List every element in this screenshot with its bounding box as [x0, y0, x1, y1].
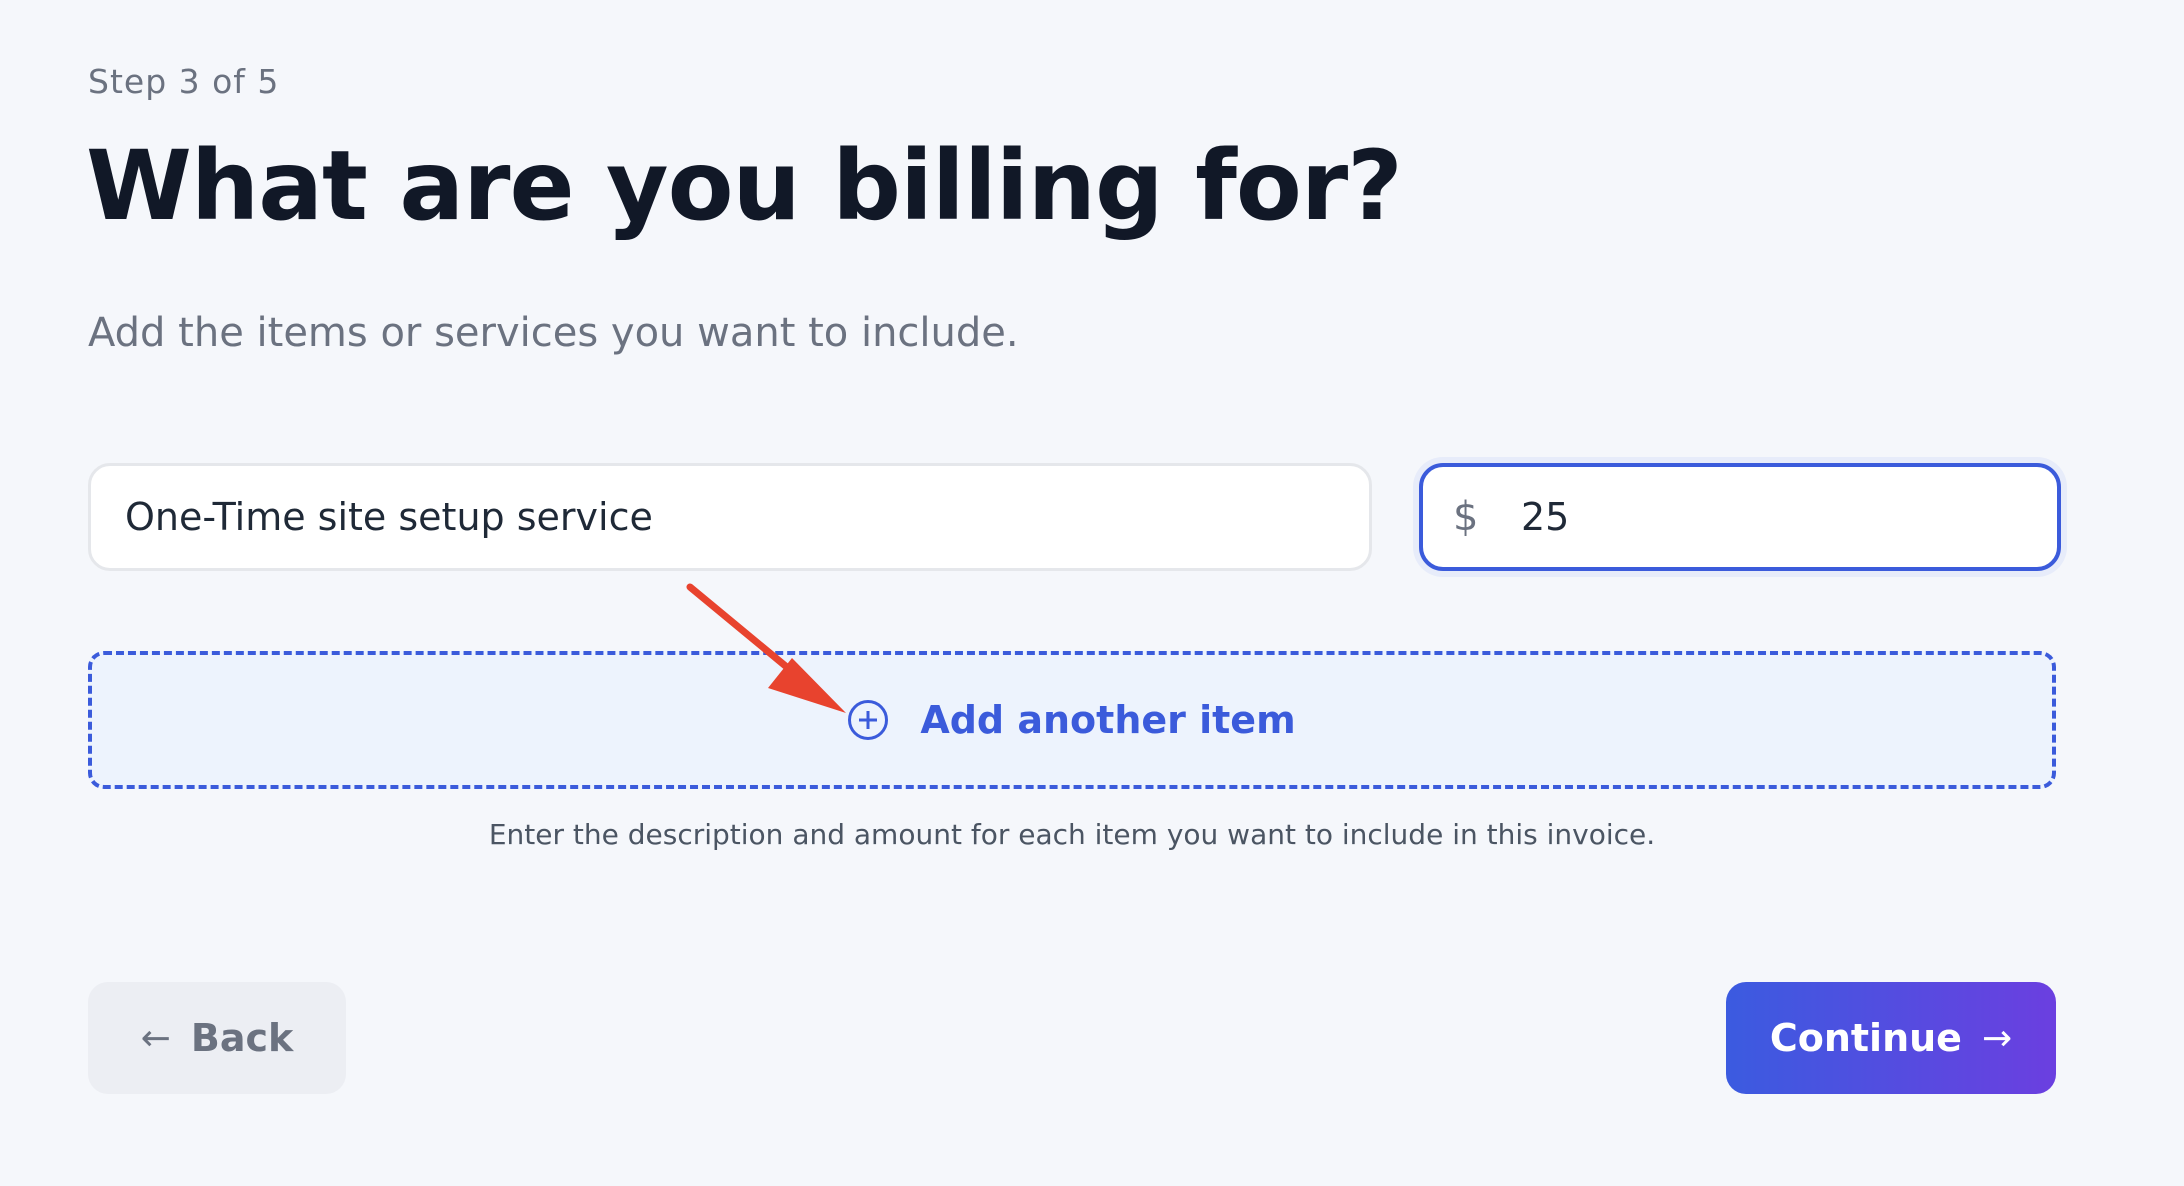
invoice-step-page: Step 3 of 5 What are you billing for? Ad…: [86, 0, 2067, 1186]
add-another-item-label: Add another item: [920, 698, 1296, 742]
back-button[interactable]: ← Back: [88, 982, 346, 1094]
helper-text: Enter the description and amount for eac…: [488, 818, 1656, 851]
page-subtitle: Add the items or services you want to in…: [88, 310, 1019, 356]
item-amount-input[interactable]: [1519, 494, 2003, 540]
item-amount-field-focus-ring: $: [1413, 457, 2067, 577]
arrow-right-icon: →: [1981, 1017, 2013, 1059]
item-amount-field[interactable]: $: [1419, 463, 2061, 571]
currency-symbol: $: [1453, 494, 1479, 540]
arrow-left-icon: ←: [140, 1017, 171, 1059]
item-description-input[interactable]: [88, 463, 1372, 571]
continue-button[interactable]: Continue →: [1726, 982, 2056, 1094]
step-indicator: Step 3 of 5: [88, 62, 280, 101]
page-title: What are you billing for?: [86, 130, 1403, 242]
continue-button-label: Continue: [1769, 1016, 1962, 1060]
plus-circle-icon: [848, 700, 889, 740]
back-button-label: Back: [190, 1016, 294, 1060]
add-another-item-button[interactable]: Add another item: [88, 651, 2056, 789]
